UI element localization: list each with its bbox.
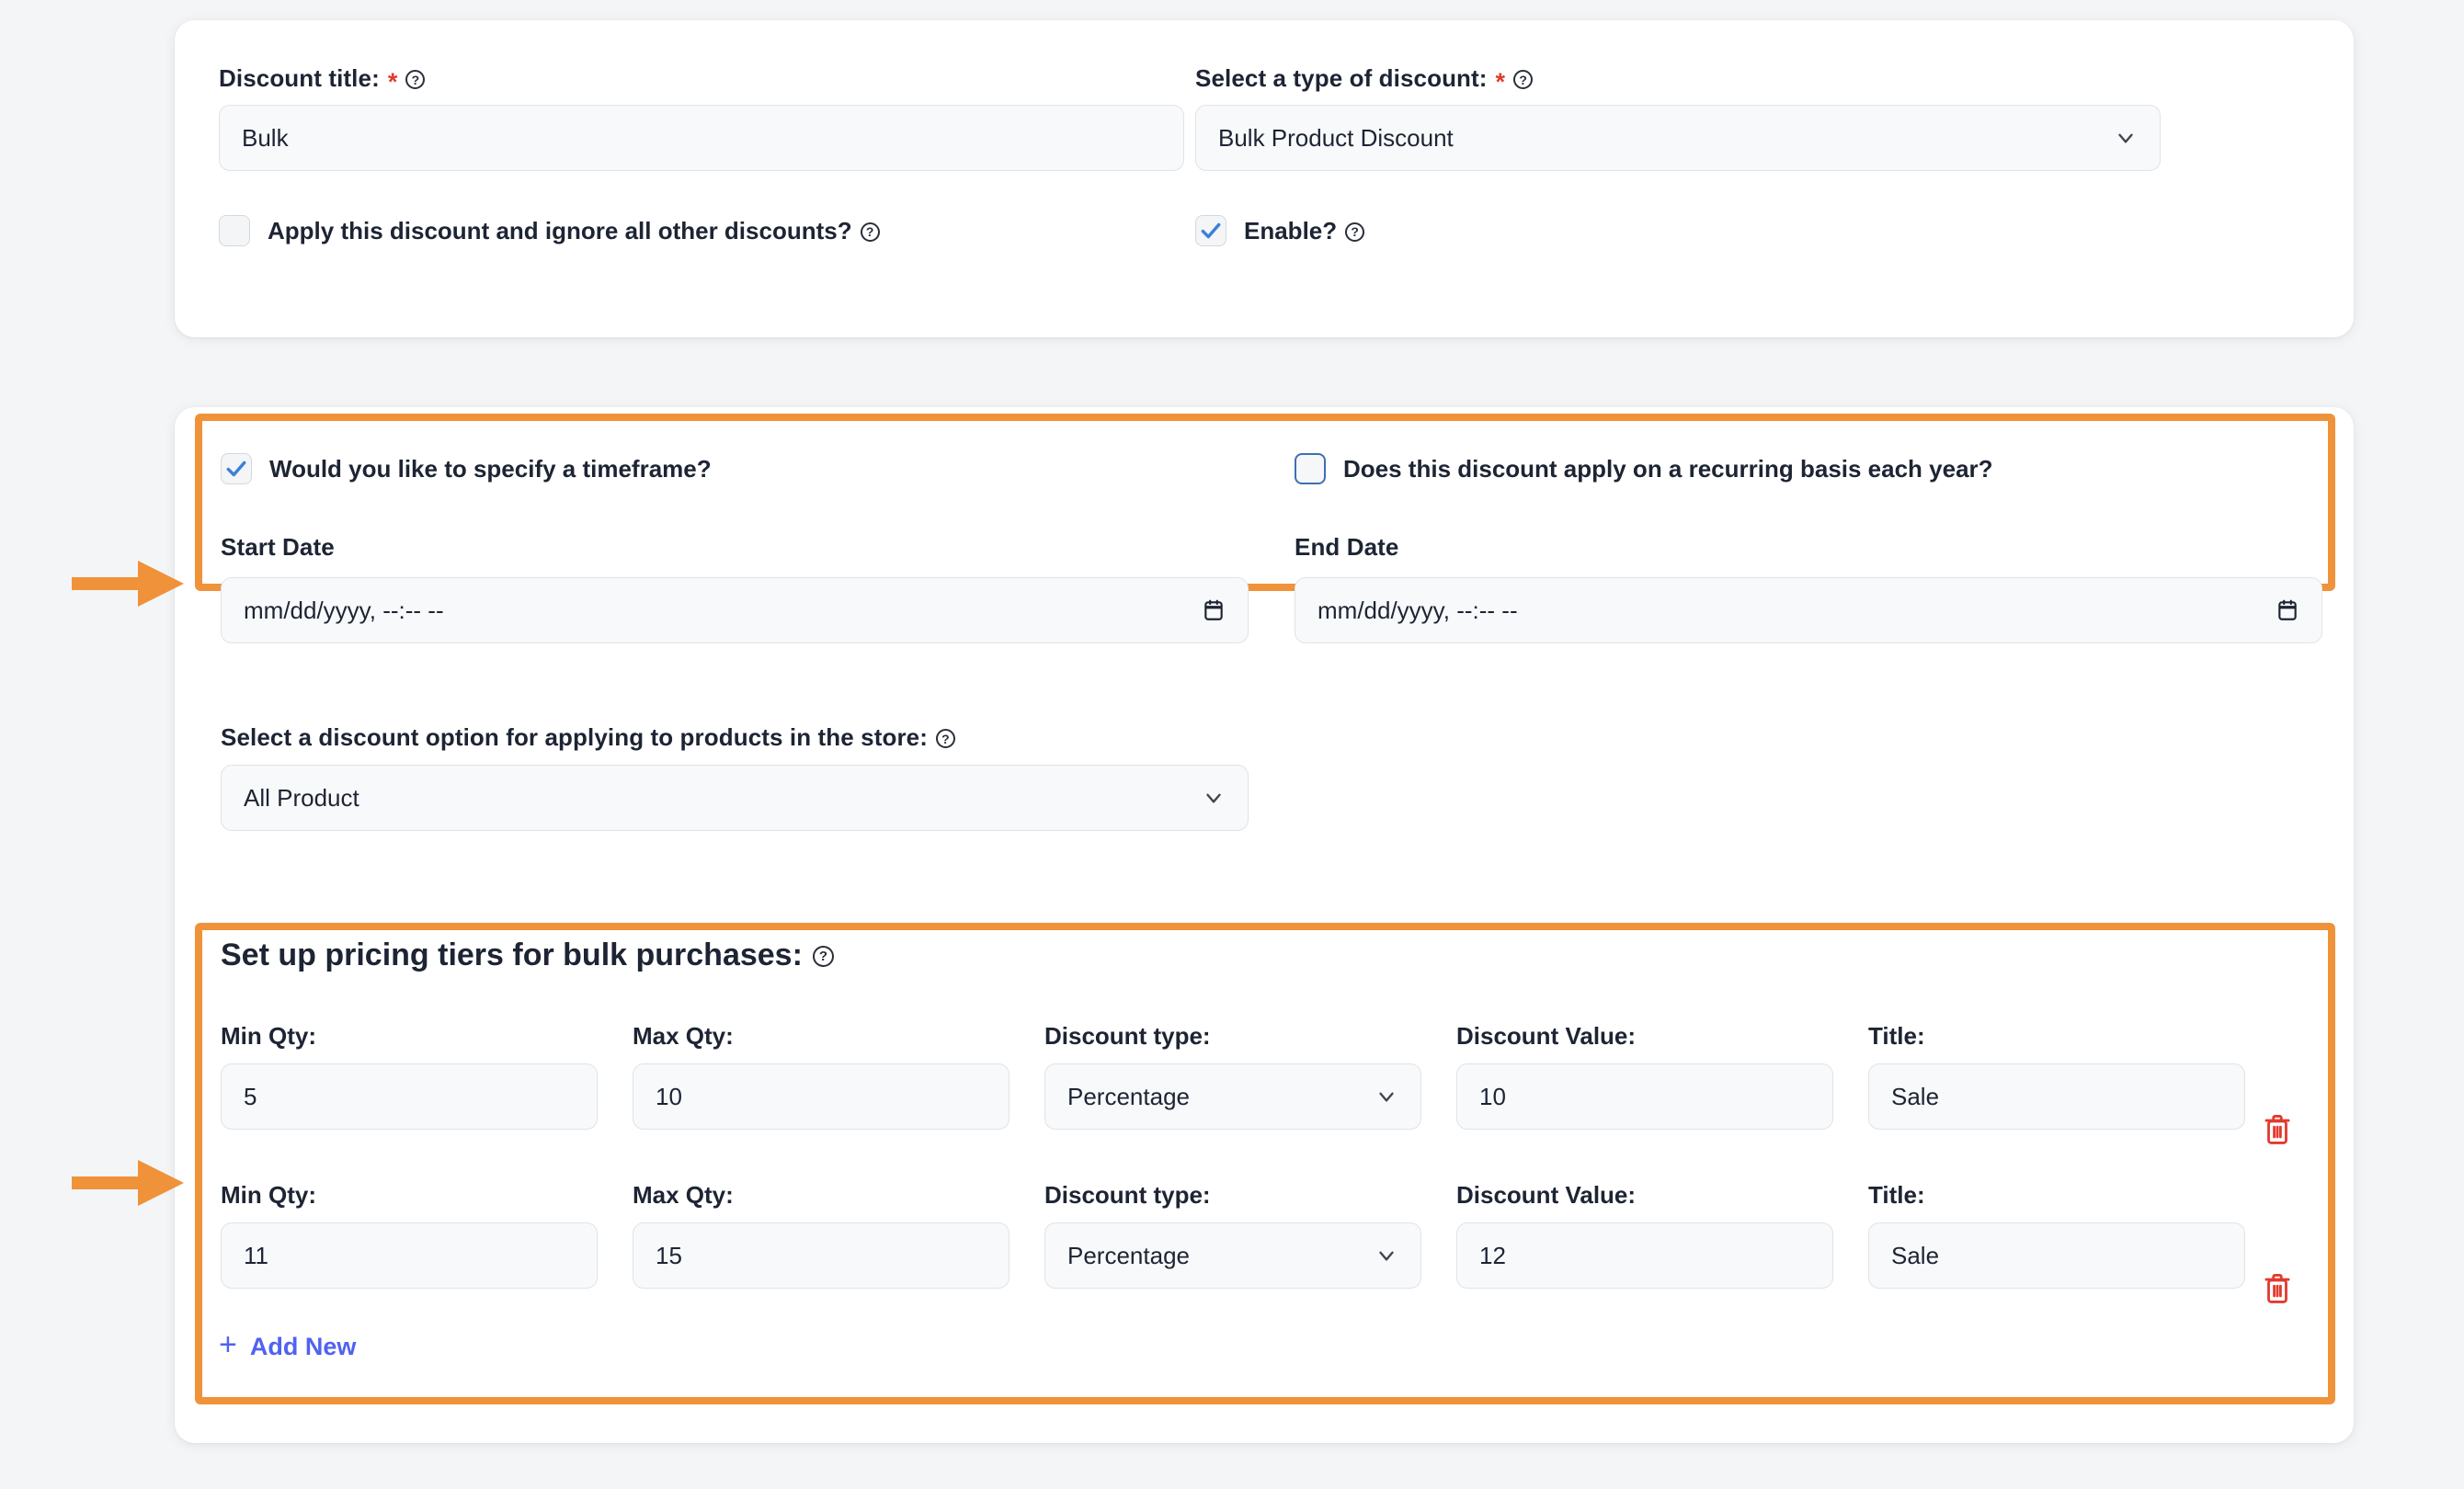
- add-new-label: Add New: [249, 1332, 357, 1360]
- pricing-tier-row: Min Qty: Max Qty: Discount type: Discoun…: [221, 1181, 2308, 1306]
- discount-type-select[interactable]: Bulk Product Discount: [1195, 105, 2161, 171]
- discount-type-label: Select a type of discount: * ?: [1195, 64, 1534, 96]
- min-qty-input[interactable]: 11: [221, 1222, 598, 1289]
- required-asterisk: *: [387, 68, 398, 96]
- ignore-other-discounts-checkbox-row[interactable]: Apply this discount and ignore all other…: [219, 215, 880, 246]
- max-qty-input[interactable]: 15: [633, 1222, 1010, 1289]
- discount-type-header: Discount type:: [1044, 1181, 1211, 1209]
- ignore-other-discounts-label: Apply this discount and ignore all other…: [268, 217, 880, 245]
- plus-icon: +: [219, 1327, 237, 1362]
- min-qty-header: Min Qty:: [221, 1181, 316, 1209]
- tier-discount-type-select[interactable]: Percentage: [1044, 1222, 1421, 1289]
- pricing-tiers-title-text: Set up pricing tiers for bulk purchases:: [221, 938, 803, 972]
- discount-value-input[interactable]: 10: [1456, 1063, 1833, 1130]
- discount-value-header: Discount Value:: [1456, 1181, 1637, 1209]
- start-date-placeholder: mm/dd/yyyy, --:-- --: [244, 596, 444, 624]
- trash-icon[interactable]: [2262, 1112, 2293, 1147]
- recurring-discount-checkbox-row[interactable]: Does this discount apply on a recurring …: [1295, 453, 1993, 484]
- help-circle-icon[interactable]: ?: [1513, 70, 1534, 89]
- recurring-discount-checkbox[interactable]: [1295, 453, 1326, 484]
- discount-type-header: Discount type:: [1044, 1022, 1211, 1050]
- specify-timeframe-label: Would you like to specify a timeframe?: [269, 454, 712, 483]
- discount-title-label: Discount title: * ?: [219, 64, 426, 96]
- min-qty-value: 5: [244, 1082, 257, 1110]
- max-qty-header: Max Qty:: [633, 1022, 734, 1050]
- discount-title-label-text: Discount title:: [219, 64, 380, 92]
- max-qty-header: Max Qty:: [633, 1181, 734, 1209]
- enable-checkbox[interactable]: [1195, 215, 1226, 246]
- tier-title-header: Title:: [1868, 1181, 1925, 1209]
- check-icon: [1201, 222, 1221, 239]
- end-date-label: End Date: [1295, 533, 1399, 561]
- tier-title-input[interactable]: Sale: [1868, 1063, 2245, 1130]
- discount-type-value: Bulk Product Discount: [1218, 123, 1454, 152]
- chevron-down-icon: [1206, 793, 1221, 803]
- end-date-input[interactable]: mm/dd/yyyy, --:-- --: [1295, 577, 2322, 643]
- chevron-down-icon: [1379, 1092, 1394, 1102]
- chevron-down-icon: [2118, 133, 2133, 143]
- product-option-value: All Product: [244, 783, 359, 812]
- calendar-icon[interactable]: [2276, 597, 2299, 623]
- tier-title-input[interactable]: Sale: [1868, 1222, 2245, 1289]
- trash-icon[interactable]: [2262, 1271, 2293, 1306]
- min-qty-input[interactable]: 5: [221, 1063, 598, 1130]
- specify-timeframe-checkbox[interactable]: [221, 453, 252, 484]
- enable-label: Enable? ?: [1244, 216, 1365, 245]
- pricing-tiers-highlight-box: [195, 923, 2335, 1404]
- help-circle-icon[interactable]: ?: [812, 946, 834, 967]
- general-settings-card: Discount title: * ? Bulk Select a type o…: [175, 20, 2354, 337]
- discount-value-value: 10: [1479, 1082, 1506, 1110]
- discount-value-input[interactable]: 12: [1456, 1222, 1833, 1289]
- calendar-icon[interactable]: [1202, 597, 1226, 623]
- specify-timeframe-checkbox-row[interactable]: Would you like to specify a timeframe?: [221, 453, 712, 484]
- ignore-other-discounts-label-text: Apply this discount and ignore all other…: [268, 216, 852, 244]
- discount-value-value: 12: [1479, 1241, 1506, 1269]
- max-qty-value: 15: [656, 1241, 682, 1269]
- add-new-tier-button[interactable]: + Add New: [219, 1327, 357, 1362]
- timeframe-highlight-box: [195, 414, 2335, 591]
- tier-discount-type-value: Percentage: [1067, 1241, 1190, 1269]
- product-option-select[interactable]: All Product: [221, 765, 1249, 831]
- pricing-tiers-title: Set up pricing tiers for bulk purchases:…: [221, 938, 834, 973]
- arrow-start-date: [72, 561, 184, 607]
- discount-settings-page: Discount title: * ? Bulk Select a type o…: [0, 0, 2464, 1489]
- recurring-discount-label: Does this discount apply on a recurring …: [1343, 454, 1993, 483]
- pricing-tier-row: Min Qty: Max Qty: Discount type: Discoun…: [221, 1022, 2308, 1147]
- min-qty-value: 11: [244, 1241, 268, 1269]
- product-option-label-text: Select a discount option for applying to…: [221, 723, 928, 751]
- discount-type-label-text: Select a type of discount:: [1195, 64, 1488, 92]
- enable-label-text: Enable?: [1244, 216, 1338, 244]
- discount-value-header: Discount Value:: [1456, 1022, 1637, 1050]
- help-circle-icon[interactable]: ?: [1345, 222, 1365, 242]
- tier-title-value: Sale: [1891, 1241, 1940, 1269]
- max-qty-value: 10: [656, 1082, 682, 1110]
- chevron-down-icon: [1379, 1251, 1394, 1261]
- check-icon: [226, 460, 246, 477]
- discount-title-input[interactable]: Bulk: [219, 105, 1184, 171]
- min-qty-header: Min Qty:: [221, 1022, 316, 1050]
- start-date-input[interactable]: mm/dd/yyyy, --:-- --: [221, 577, 1249, 643]
- help-circle-icon[interactable]: ?: [405, 70, 426, 89]
- ignore-other-discounts-checkbox[interactable]: [219, 215, 250, 246]
- end-date-placeholder: mm/dd/yyyy, --:-- --: [1318, 596, 1518, 624]
- help-circle-icon[interactable]: ?: [860, 222, 880, 242]
- product-option-label: Select a discount option for applying to…: [221, 723, 955, 752]
- tier-title-value: Sale: [1891, 1082, 1940, 1110]
- start-date-label: Start Date: [221, 533, 335, 561]
- tier-title-header: Title:: [1868, 1022, 1925, 1050]
- required-asterisk: *: [1495, 68, 1506, 96]
- enable-checkbox-row[interactable]: Enable? ?: [1195, 215, 1365, 246]
- discount-title-value: Bulk: [242, 123, 289, 152]
- help-circle-icon[interactable]: ?: [936, 729, 955, 748]
- arrow-tier-row: [72, 1160, 184, 1206]
- tier-discount-type-value: Percentage: [1067, 1082, 1190, 1110]
- max-qty-input[interactable]: 10: [633, 1063, 1010, 1130]
- tier-discount-type-select[interactable]: Percentage: [1044, 1063, 1421, 1130]
